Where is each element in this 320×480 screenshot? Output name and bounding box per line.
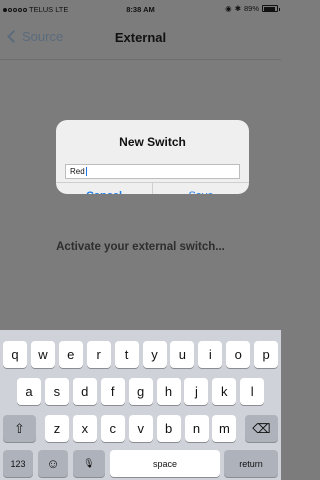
text-caret <box>85 167 87 177</box>
key-k[interactable]: k <box>212 378 237 405</box>
key-m[interactable]: m <box>212 415 237 442</box>
battery-icon <box>262 5 280 12</box>
key-z[interactable]: z <box>45 415 69 442</box>
key-u[interactable]: u <box>170 341 195 368</box>
status-right: ◉ ✱ 89% <box>225 4 280 13</box>
delete-key[interactable]: ⌫ <box>245 415 278 442</box>
battery-fill <box>263 6 276 11</box>
navigation-bar: Source External <box>0 18 281 60</box>
key-e[interactable]: e <box>58 341 83 368</box>
space-key[interactable]: space <box>110 450 220 477</box>
key-s[interactable]: s <box>44 378 69 405</box>
emoji-key[interactable]: ☺ <box>38 450 68 477</box>
key-r[interactable]: r <box>86 341 111 368</box>
key-i[interactable]: i <box>198 341 223 368</box>
new-switch-dialog: New Switch Red Cancel Save <box>56 120 249 194</box>
dialog-title: New Switch <box>119 135 186 149</box>
key-c[interactable]: c <box>100 415 125 442</box>
key-o[interactable]: o <box>226 341 251 368</box>
bluetooth-icon: ✱ <box>234 4 241 13</box>
key-q[interactable]: q <box>3 341 27 368</box>
save-button[interactable]: Save <box>153 183 249 194</box>
key-p[interactable]: p <box>254 341 279 368</box>
dialog-button-row: Cancel Save <box>56 182 249 194</box>
cancel-button[interactable]: Cancel <box>56 183 153 194</box>
key-y[interactable]: y <box>142 341 167 368</box>
status-bar: TELUS LTE 8:38 AM ◉ ✱ 89% <box>0 0 281 18</box>
key-t[interactable]: t <box>114 341 139 368</box>
key-n[interactable]: n <box>184 415 209 442</box>
page-title: External <box>114 30 167 45</box>
key-g[interactable]: g <box>128 378 153 405</box>
key-f[interactable]: f <box>100 378 125 405</box>
key-l[interactable]: l <box>240 378 265 405</box>
location-icon: ◉ <box>225 4 232 13</box>
key-v[interactable]: v <box>128 415 153 442</box>
instruction-text: Activate your external switch... <box>56 241 225 253</box>
switch-name-value: Red <box>70 167 85 176</box>
key-x[interactable]: x <box>72 415 97 442</box>
battery-percent: 89% <box>243 4 259 13</box>
key-h[interactable]: h <box>156 378 181 405</box>
shift-key[interactable]: ⇧ <box>3 415 36 442</box>
key-j[interactable]: j <box>184 378 209 405</box>
keyboard: q w e r t y u i o p a s d f g h j k l ⇧ z x c v b n m ⌫ 123 ☺ 🎙 space re… <box>0 330 281 480</box>
numbers-key[interactable]: 123 <box>3 450 33 477</box>
key-a[interactable]: a <box>17 378 41 405</box>
key-b[interactable]: b <box>156 415 181 442</box>
key-w[interactable]: w <box>30 341 55 368</box>
microphone-key[interactable]: 🎙 <box>73 450 105 477</box>
switch-name-input[interactable]: Red <box>65 164 240 179</box>
key-d[interactable]: d <box>72 378 97 405</box>
return-key[interactable]: return <box>224 450 278 477</box>
